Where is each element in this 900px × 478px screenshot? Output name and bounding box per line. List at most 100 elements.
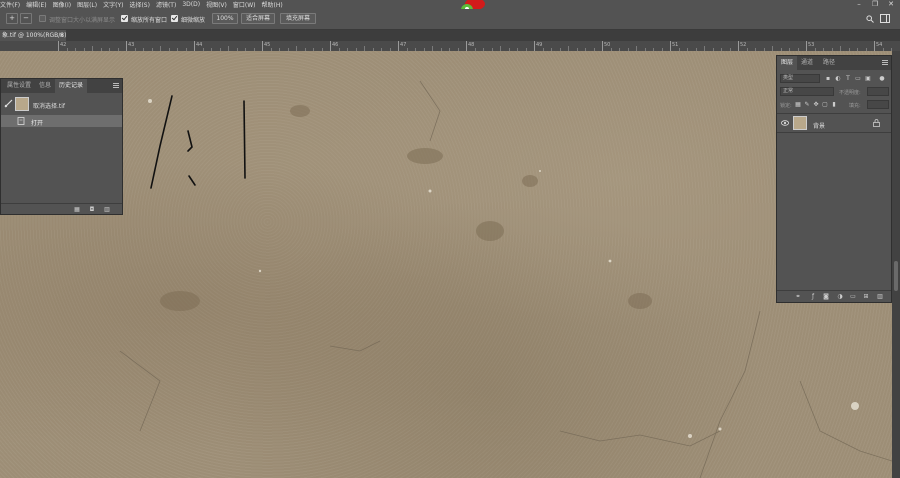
zoom-all-windows-checkbox[interactable] [121, 15, 128, 22]
tab-info[interactable]: 信息 [35, 79, 55, 93]
lock-position-icon[interactable]: ✥ [812, 101, 820, 108]
ruler-tick [126, 41, 127, 51]
menu-window[interactable]: 窗口(W) [233, 0, 262, 9]
zoom-in-icon[interactable]: + [6, 13, 18, 24]
scrubby-zoom-label: 细微缩放 [181, 17, 206, 24]
menu-filter[interactable]: 滤镜(T) [156, 0, 182, 9]
zoom-out-icon[interactable]: − [20, 13, 32, 24]
close-tab-icon[interactable]: × [59, 30, 64, 41]
filter-toggle-icon[interactable]: ● [878, 75, 886, 82]
adjustment-layer-icon[interactable]: ◑ [836, 293, 844, 300]
new-group-icon[interactable]: ▭ [849, 293, 857, 300]
ruler-label: 46 [332, 42, 339, 48]
menu-type[interactable]: 文字(Y) [103, 0, 129, 9]
ruler-tick [806, 41, 807, 51]
delete-layer-icon[interactable]: ▥ [876, 293, 884, 300]
ruler-tick [398, 41, 399, 51]
ruler-tick [738, 41, 739, 51]
history-brush-icon[interactable] [4, 99, 13, 108]
ruler-tick [534, 41, 535, 51]
filter-shape-icon[interactable]: ▭ [854, 75, 862, 82]
tab-paths[interactable]: 路径 [819, 56, 839, 70]
workspace-icon[interactable] [880, 14, 890, 23]
zoom-percent-button[interactable]: 100% [212, 13, 238, 24]
ruler-label: 54 [876, 42, 883, 48]
history-step[interactable]: 打开 [1, 115, 122, 127]
filter-adjustment-icon[interactable]: ◐ [834, 75, 842, 82]
ruler-label: 51 [672, 42, 679, 48]
ruler-label: 53 [808, 42, 815, 48]
tab-history[interactable]: 历史记录 [55, 79, 88, 93]
history-panel: 属性设置 信息 历史记录 取消选择.tif 打开 ▦ ◘ ▥ [0, 78, 123, 215]
history-step-label: 打开 [31, 120, 44, 127]
search-icon[interactable] [866, 15, 874, 23]
lock-paint-icon[interactable]: ✎ [803, 101, 811, 108]
lock-all-icon[interactable]: ▮ [830, 101, 838, 108]
history-snapshot[interactable]: 取消选择.tif [1, 95, 122, 113]
history-panel-tabs: 属性设置 信息 历史记录 [1, 79, 122, 93]
layer-lock-icon [873, 119, 880, 127]
history-footer: ▦ ◘ ▥ [1, 203, 122, 215]
menu-image[interactable]: 图像(I) [53, 0, 77, 9]
link-layers-icon[interactable]: ⚭ [794, 293, 802, 300]
tab-channels[interactable]: 通道 [797, 56, 817, 70]
ruler-tick [58, 41, 59, 51]
fill-screen-button[interactable]: 填充屏幕 [280, 13, 316, 24]
ruler-label: 52 [740, 42, 747, 48]
ruler-tick [194, 41, 195, 51]
menu-select[interactable]: 选择(S) [129, 0, 156, 9]
scrubby-zoom-checkbox[interactable] [171, 15, 178, 22]
close-window-button[interactable]: ✕ [884, 0, 898, 9]
restore-button[interactable]: ❐ [868, 0, 882, 9]
lock-transparency-icon[interactable]: ▦ [794, 101, 802, 108]
fit-screen-button[interactable]: 适合屏幕 [241, 13, 275, 24]
tab-properties[interactable]: 属性设置 [3, 79, 35, 93]
ruler-tick [874, 41, 875, 51]
ruler-label: 49 [536, 42, 543, 48]
menu-file[interactable]: 文件(F) [0, 0, 26, 9]
trash-icon[interactable]: ▥ [103, 206, 111, 213]
visibility-eye-icon[interactable] [781, 120, 789, 126]
opacity-label: 不透明度: [839, 90, 861, 96]
ruler-label: 44 [196, 42, 203, 48]
opacity-field[interactable] [867, 87, 889, 96]
new-document-from-state-icon[interactable]: ▦ [73, 206, 81, 213]
fill-field[interactable] [867, 100, 889, 109]
document-tab[interactable]: 象.tif @ 100%(RGB/8) × [0, 30, 66, 41]
ruler-tick [466, 41, 467, 51]
tab-layers[interactable]: 图层 [777, 56, 798, 70]
layer-kind-filter[interactable]: 类型 [780, 74, 820, 83]
menu-view[interactable]: 视图(V) [206, 0, 233, 9]
menu-help[interactable]: 帮助(H) [262, 0, 289, 9]
add-mask-icon[interactable]: ◙ [822, 293, 830, 300]
vertical-scrollbar[interactable] [892, 51, 900, 478]
blend-mode-select[interactable]: 正常 [780, 87, 834, 96]
filter-type-icon[interactable]: T [844, 75, 852, 82]
lock-artboard-icon[interactable]: ▢ [821, 101, 829, 108]
minimize-button[interactable]: – [852, 0, 866, 9]
layers-footer: ⚭ ƒ ◙ ◑ ▭ ⊞ ▥ [777, 290, 891, 302]
ruler-label: 48 [468, 42, 475, 48]
menu-3d[interactable]: 3D(D) [182, 1, 206, 8]
ruler-label: 42 [60, 42, 67, 48]
filter-smart-object-icon[interactable]: ▣ [864, 75, 872, 82]
panel-menu-icon[interactable] [113, 83, 119, 88]
layer-style-icon[interactable]: ƒ [809, 293, 817, 300]
menu-bar: 文件(F) 编辑(E) 图像(I) 图层(L) 文字(Y) 选择(S) 滤镜(T… [0, 0, 900, 9]
document-canvas[interactable] [0, 51, 892, 478]
layer-row[interactable]: 背景 [777, 113, 891, 133]
menu-layer[interactable]: 图层(L) [77, 0, 103, 9]
document-icon [17, 117, 25, 125]
resize-windows-checkbox[interactable] [39, 15, 46, 22]
filter-pixel-icon[interactable]: ▪ [824, 75, 832, 82]
layer-name[interactable]: 背景 [813, 121, 825, 130]
menu-edit[interactable]: 编辑(E) [26, 0, 52, 9]
ruler-tick [262, 41, 263, 51]
scrollbar-thumb[interactable] [894, 261, 898, 291]
document-tab-bar: 象.tif @ 100%(RGB/8) × [0, 30, 900, 41]
new-layer-icon[interactable]: ⊞ [862, 293, 870, 300]
camera-icon[interactable]: ◘ [88, 206, 96, 213]
snapshot-name: 取消选择.tif [33, 103, 66, 110]
ruler-tick [670, 41, 671, 51]
panel-menu-icon[interactable] [882, 60, 888, 65]
